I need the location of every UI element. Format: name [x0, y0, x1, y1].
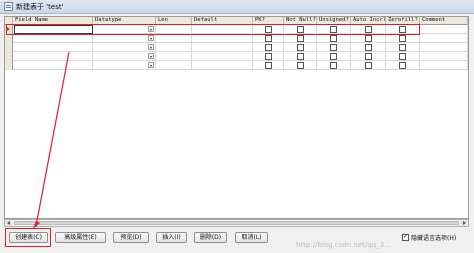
cell-default[interactable]	[192, 52, 253, 61]
delete-button[interactable]: 删除(D)	[194, 232, 227, 243]
checkbox-pk[interactable]	[265, 62, 272, 69]
cell-pk[interactable]	[253, 52, 284, 61]
cell-unsigned[interactable]	[317, 34, 351, 43]
cell-zerofill[interactable]	[386, 61, 420, 70]
cell-datatype[interactable]	[93, 43, 156, 52]
cell-len[interactable]	[156, 61, 192, 70]
cell-field_name[interactable]	[13, 43, 93, 52]
checkbox-not_null[interactable]	[297, 44, 304, 51]
cell-datatype[interactable]	[93, 52, 156, 61]
cell-not_null[interactable]	[284, 61, 317, 70]
cell-comment[interactable]	[420, 25, 468, 34]
cell-unsigned[interactable]	[317, 43, 351, 52]
cell-comment[interactable]	[420, 52, 468, 61]
scroll-right-icon[interactable]	[460, 220, 468, 226]
cell-auto_incr[interactable]	[351, 34, 386, 43]
cell-field_name[interactable]	[13, 61, 93, 70]
hide-lang-options-label: 隐藏语言选项(H)	[411, 235, 457, 242]
horizontal-scrollbar[interactable]	[4, 219, 469, 227]
cell-auto_incr[interactable]	[351, 61, 386, 70]
cell-zerofill[interactable]	[386, 34, 420, 43]
window-title: 新建表于 'test'	[16, 3, 64, 11]
checkbox-zerofill[interactable]	[399, 35, 406, 42]
checkbox-auto_incr[interactable]	[365, 53, 372, 60]
cell-pk[interactable]	[253, 43, 284, 52]
cell-comment[interactable]	[420, 61, 468, 70]
table-row[interactable]	[5, 34, 468, 43]
cell-datatype[interactable]	[93, 34, 156, 43]
highlight-row-box	[6, 24, 420, 35]
checkbox-zerofill[interactable]	[399, 44, 406, 51]
cell-unsigned[interactable]	[317, 52, 351, 61]
checkbox-zerofill[interactable]	[399, 62, 406, 69]
checkbox-pk[interactable]	[265, 53, 272, 60]
checkbox-not_null[interactable]	[297, 62, 304, 69]
datatype-dropdown-icon[interactable]	[148, 53, 154, 59]
column-grid[interactable]: Field Name Datatype Len Default PK? Not …	[4, 16, 469, 219]
row-header[interactable]	[5, 52, 13, 61]
datatype-dropdown-icon[interactable]	[148, 35, 154, 41]
cell-auto_incr[interactable]	[351, 43, 386, 52]
scroll-left-icon[interactable]	[5, 220, 13, 226]
cell-not_null[interactable]	[284, 52, 317, 61]
hide-lang-options-checkbox[interactable]	[402, 233, 409, 241]
datatype-dropdown-icon[interactable]	[148, 62, 154, 68]
cell-auto_incr[interactable]	[351, 52, 386, 61]
checkbox-not_null[interactable]	[297, 53, 304, 60]
checkbox-auto_incr[interactable]	[365, 35, 372, 42]
cell-default[interactable]	[192, 34, 253, 43]
checkbox-zerofill[interactable]	[399, 53, 406, 60]
checkbox-auto_incr[interactable]	[365, 44, 372, 51]
insert-button[interactable]: 插入(I)	[156, 232, 187, 243]
checkbox-unsigned[interactable]	[330, 62, 337, 69]
preview-button[interactable]: 预览(D)	[113, 232, 149, 243]
row-header[interactable]	[5, 61, 13, 70]
window-icon	[4, 2, 13, 11]
checkbox-not_null[interactable]	[297, 35, 304, 42]
advanced-properties-button[interactable]: 高级属性(E)	[55, 232, 106, 243]
title-bar: 新建表于 'test'	[0, 0, 474, 14]
cell-field_name[interactable]	[13, 52, 93, 61]
cell-comment[interactable]	[420, 43, 468, 52]
checkbox-pk[interactable]	[265, 35, 272, 42]
cell-field_name[interactable]	[13, 34, 93, 43]
cell-len[interactable]	[156, 52, 192, 61]
watermark: http://blog.csdn.net/qq_3...	[296, 241, 391, 249]
cell-zerofill[interactable]	[386, 43, 420, 52]
cell-unsigned[interactable]	[317, 61, 351, 70]
checkbox-unsigned[interactable]	[330, 35, 337, 42]
row-header[interactable]	[5, 43, 13, 52]
cell-default[interactable]	[192, 61, 253, 70]
table-row[interactable]	[5, 52, 468, 61]
datatype-dropdown-icon[interactable]	[148, 44, 154, 50]
checkbox-pk[interactable]	[265, 44, 272, 51]
table-row[interactable]	[5, 43, 468, 52]
cell-not_null[interactable]	[284, 43, 317, 52]
table-row[interactable]	[5, 61, 468, 70]
cell-datatype[interactable]	[93, 61, 156, 70]
highlight-create-box	[5, 228, 51, 247]
checkbox-unsigned[interactable]	[330, 53, 337, 60]
cell-pk[interactable]	[253, 61, 284, 70]
col-header-comment[interactable]: Comment	[420, 17, 468, 25]
checkbox-unsigned[interactable]	[330, 44, 337, 51]
cell-len[interactable]	[156, 34, 192, 43]
cell-pk[interactable]	[253, 34, 284, 43]
row-header[interactable]	[5, 34, 13, 43]
scroll-thumb[interactable]	[14, 221, 459, 225]
cell-zerofill[interactable]	[386, 52, 420, 61]
cell-comment[interactable]	[420, 34, 468, 43]
cell-default[interactable]	[192, 43, 253, 52]
cancel-button[interactable]: 取消(L)	[235, 232, 268, 243]
checkbox-auto_incr[interactable]	[365, 62, 372, 69]
cell-len[interactable]	[156, 43, 192, 52]
cell-not_null[interactable]	[284, 34, 317, 43]
